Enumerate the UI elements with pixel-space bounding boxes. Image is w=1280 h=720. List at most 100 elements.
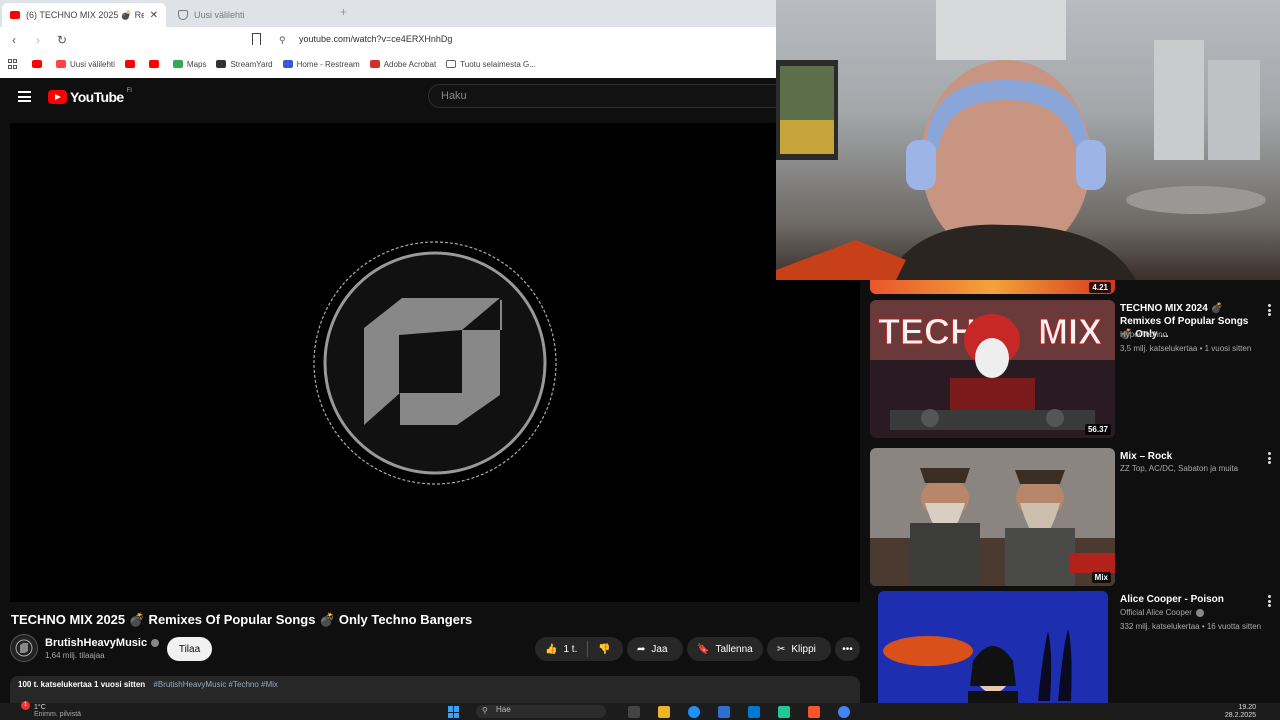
screen: (6) TECHNO MIX 2025 💣 Remixes ✕ Uusi väl… [0,0,1280,720]
like-dislike-group: 👍 1 t. 👎 [535,637,623,661]
bookmark-item[interactable]: Uusi välilehti [56,60,115,69]
windows-start-icon[interactable] [448,706,460,718]
recommendation-title[interactable]: Mix – Rock [1120,450,1260,463]
address-bar: ‹ › ↻ ⚲ youtube.com/watch?v=ce4ERXHnhDg [0,27,776,53]
recommendation-channel[interactable]: HyperTechno [1120,330,1167,339]
channel-logo-graphic [312,240,558,486]
list-item[interactable]: 4.21 [870,280,1280,294]
chrome-icon[interactable] [838,706,850,718]
list-item[interactable]: Alice Cooper - Poison Official Alice Coo… [870,591,1280,719]
subscribe-button[interactable]: Tilaa [167,637,212,661]
search-input[interactable]: Haku [428,84,776,108]
recommendations-list: 4.21 TECH MIX 56.37 TECHNO MIX 2024 💣 Re… [870,280,1280,720]
save-button[interactable]: 🔖 Tallenna [687,637,763,661]
bookmark-item[interactable] [32,60,46,68]
more-horizontal-icon: ••• [842,643,853,655]
video-title: TECHNO MIX 2025 💣 Remixes Of Popular Son… [11,612,473,627]
new-tab-icon[interactable]: + [340,5,347,19]
region-label: FI [126,88,132,94]
taskbar: 1 1°C Enimm. pilvistä ⚲ Hae 19.20 28.2.2… [0,701,1280,720]
views-and-date: 100 t. katselukertaa 1 vuosi sitten [18,680,146,689]
clip-button[interactable]: ✂ Klippi [767,637,831,661]
edge-icon[interactable] [688,706,700,718]
bookmark-item[interactable]: Adobe Acrobat [369,60,436,69]
list-item[interactable]: Mix Mix – Rock ZZ Top, AC/DC, Sabaton ja… [870,448,1280,588]
more-actions-button[interactable]: ••• [835,637,860,661]
forward-icon[interactable]: › [28,33,48,47]
dislike-icon[interactable]: 👎 [598,644,610,655]
mix-badge: Mix [1091,572,1111,583]
duration-badge: 56.37 [1084,424,1111,435]
search-icon: ⚲ [482,706,488,715]
bookmark-item[interactable]: Home - Restream [282,60,360,69]
bookmark-item[interactable] [124,60,139,68]
more-vertical-icon[interactable] [1268,304,1271,316]
more-vertical-icon[interactable] [1268,595,1271,607]
tab-youtube[interactable]: (6) TECHNO MIX 2025 💣 Remixes ✕ [2,3,166,27]
like-count[interactable]: 1 t. [563,644,577,655]
share-icon: ➦ [637,643,646,655]
more-vertical-icon[interactable] [1268,452,1271,464]
weather-widget[interactable]: 1°C Enimm. pilvistä [34,704,81,718]
svg-text:TECH: TECH [878,311,976,352]
tab-bar: (6) TECHNO MIX 2025 💣 Remixes ✕ Uusi väl… [0,0,776,27]
recommendation-channel[interactable]: ZZ Top, AC/DC, Sabaton ja muita [1120,464,1238,473]
url-field[interactable]: youtube.com/watch?v=ce4ERXHnhDg [299,34,452,44]
bookmarks-bar: Uusi välilehti Maps StreamYard Home - Re… [0,53,776,75]
verified-icon [1195,608,1204,617]
file-explorer-icon[interactable] [658,706,670,718]
share-button[interactable]: ➦ Jaa [627,637,683,661]
list-item[interactable]: TECH MIX 56.37 TECHNO MIX 2024 💣 Remixes… [870,300,1280,440]
store-icon[interactable] [718,706,730,718]
mail-icon[interactable] [748,706,760,718]
tab-title: Uusi välilehti [194,10,245,20]
tab-title: (6) TECHNO MIX 2025 💣 Remixes [26,9,144,20]
bookmark-item[interactable]: Maps [172,60,206,69]
avatar[interactable] [10,634,38,662]
system-clock[interactable]: 19.20 28.2.2025 [1225,704,1256,720]
channel-name[interactable]: BrutishHeavyMusic [45,637,160,649]
youtube-logo[interactable]: YouTube FI [48,88,132,105]
hashtags[interactable]: #BrutishHeavyMusic #Techno #Mix [153,680,278,689]
video-thumbnail[interactable] [878,591,1108,719]
youtube-favicon-icon [10,11,20,19]
youtube-header: YouTube FI Haku [0,78,776,118]
scissors-icon: ✂ [777,643,786,655]
like-icon[interactable]: 👍 [545,644,557,655]
divider [587,641,589,657]
back-icon[interactable]: ‹ [4,33,24,47]
video-thumbnail[interactable]: TECH MIX 56.37 [870,300,1115,438]
recommendation-channel[interactable]: Official Alice Cooper [1120,608,1204,617]
task-view-icon[interactable] [628,706,640,718]
bookmark-icon[interactable] [252,33,261,45]
bookmark-item[interactable]: StreamYard [216,60,273,69]
notification-badge: 1 [21,701,30,710]
svg-text:MIX: MIX [1038,311,1102,352]
duration-badge: 4.21 [1089,282,1111,293]
video-thumbnail[interactable]: Mix [870,448,1115,586]
webcam-overlay [776,0,1280,280]
site-info-icon[interactable]: ⚲ [279,35,286,46]
video-thumbnail[interactable]: 4.21 [870,280,1115,294]
brave-icon[interactable] [808,706,820,718]
search-placeholder: Haku [441,90,467,102]
video-player[interactable] [10,123,860,602]
hamburger-menu-icon[interactable] [18,91,31,102]
reload-icon[interactable]: ↻ [52,33,72,47]
taskbar-search[interactable]: ⚲ Hae [476,705,606,718]
subscriber-count: 1,64 milj. tilaajaa [45,651,105,660]
recommendation-meta: 3,5 milj. katselukertaa • 1 vuosi sitten [1120,344,1252,353]
recommendation-title[interactable]: Alice Cooper - Poison [1120,593,1260,606]
verified-icon [151,639,160,648]
recommendation-meta: 332 milj. katselukertaa • 16 vuotta sitt… [1120,622,1262,631]
youtube-play-icon [48,90,67,104]
apps-grid-icon[interactable] [8,59,18,69]
bookmark-icon: 🔖 [697,643,710,655]
app-icon[interactable] [778,706,790,718]
bookmark-item[interactable] [148,60,163,68]
browser-chrome: (6) TECHNO MIX 2025 💣 Remixes ✕ Uusi väl… [0,0,776,78]
shield-icon [178,10,188,20]
tab-new[interactable]: Uusi välilehti [170,3,334,27]
bookmark-folder[interactable]: Tuotu selaimesta G... [446,60,536,69]
close-tab-icon[interactable]: ✕ [150,10,158,21]
